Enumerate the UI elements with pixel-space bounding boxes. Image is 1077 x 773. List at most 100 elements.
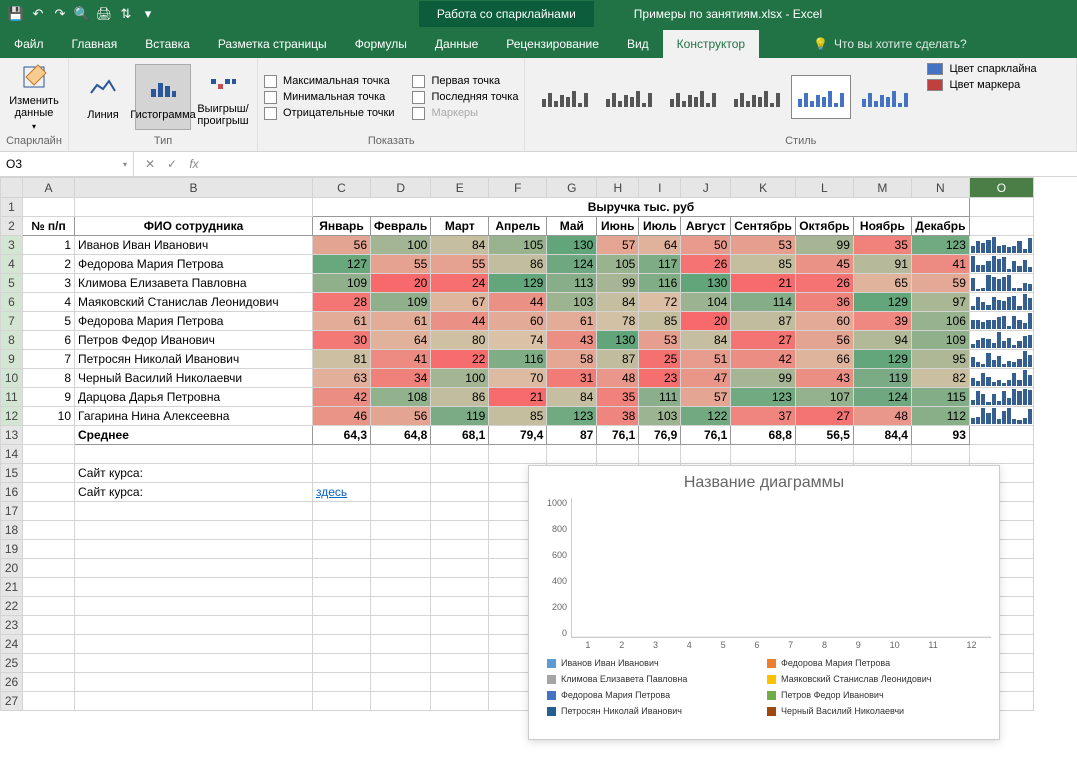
sparkline-cell[interactable] [969,407,1033,426]
col-header[interactable]: N [911,178,969,198]
cell[interactable]: 97 [911,293,969,312]
cell[interactable]: 87 [597,350,639,369]
cell[interactable]: 74 [489,331,547,350]
cell[interactable]: 27 [795,407,853,426]
fx-icon[interactable]: fx [184,157,204,171]
cell[interactable]: 45 [795,255,853,274]
col-header[interactable]: K [731,178,796,198]
cell[interactable]: 59 [911,274,969,293]
tab-home[interactable]: Главная [58,30,132,58]
cell[interactable]: 103 [639,407,681,426]
cell[interactable]: 99 [795,236,853,255]
tab-insert[interactable]: Вставка [131,30,204,58]
cell[interactable]: 56 [795,331,853,350]
cell[interactable]: 129 [489,274,547,293]
cell[interactable]: 26 [681,255,731,274]
cell[interactable]: Черный Василий Николаевчи [75,369,313,388]
cell[interactable]: 85 [639,312,681,331]
cell[interactable]: 99 [731,369,796,388]
sparkline-cell[interactable] [969,350,1033,369]
cell[interactable]: 41 [371,350,431,369]
cell[interactable]: 64 [371,331,431,350]
cell[interactable]: 108 [371,388,431,407]
cell[interactable]: 26 [795,274,853,293]
quick-print-icon[interactable]: 🖨 [94,4,114,24]
cell[interactable]: 109 [911,331,969,350]
tab-layout[interactable]: Разметка страницы [204,30,341,58]
cell[interactable]: 87 [731,312,796,331]
cell[interactable]: 42 [731,350,796,369]
cell[interactable]: 21 [731,274,796,293]
cell[interactable]: 80 [431,331,489,350]
cell[interactable]: 91 [853,255,911,274]
cell[interactable]: 46 [313,407,371,426]
cell[interactable]: 123 [547,407,597,426]
cell[interactable]: 63 [313,369,371,388]
cell[interactable]: 67 [431,293,489,312]
col-header[interactable]: M [853,178,911,198]
cell[interactable]: 111 [639,388,681,407]
formula-input[interactable] [210,152,1077,176]
save-icon[interactable]: 💾 [6,4,26,24]
cell[interactable]: 105 [489,236,547,255]
embedded-chart[interactable]: Название диаграммы 10008006004002000 123… [528,465,1000,740]
cell[interactable]: 124 [547,255,597,274]
style-option[interactable] [791,75,851,119]
sheet-area[interactable]: ABCDEFGHIJKLMNO1Выручка тыс. руб2№ п/пФИ… [0,177,1077,773]
line-type-button[interactable]: Линия [75,64,131,130]
cell[interactable]: 85 [731,255,796,274]
tab-design[interactable]: Конструктор [663,30,759,58]
cell[interactable]: 53 [731,236,796,255]
cell[interactable]: 86 [489,255,547,274]
row-header[interactable]: 7 [1,312,23,331]
print-preview-icon[interactable]: 🔍 [72,4,92,24]
cell[interactable]: 50 [681,236,731,255]
cell[interactable]: Федорова Мария Петрова [75,312,313,331]
row-header[interactable]: 9 [1,350,23,369]
tab-data[interactable]: Данные [421,30,492,58]
sparkline-cell[interactable] [969,369,1033,388]
cell[interactable]: 116 [489,350,547,369]
cell[interactable]: 44 [431,312,489,331]
row-header[interactable]: 4 [1,255,23,274]
cell[interactable]: Иванов Иван Иванович [75,236,313,255]
cell[interactable]: 30 [313,331,371,350]
cell[interactable]: 55 [431,255,489,274]
cell[interactable]: 85 [489,407,547,426]
cell[interactable]: 35 [853,236,911,255]
cell[interactable]: 81 [313,350,371,369]
cell[interactable]: 48 [597,369,639,388]
cell[interactable]: 130 [681,274,731,293]
cell[interactable]: 51 [681,350,731,369]
cell[interactable]: 60 [489,312,547,331]
cell[interactable]: 25 [639,350,681,369]
row-header[interactable]: 10 [1,369,23,388]
cell[interactable]: 42 [313,388,371,407]
cancel-icon[interactable]: ✕ [140,157,160,171]
cell[interactable]: Гагарина Нина Алексеевна [75,407,313,426]
qat-dropdown-icon[interactable]: ▾ [138,4,158,24]
cell[interactable]: 20 [371,274,431,293]
tab-formulas[interactable]: Формулы [341,30,421,58]
cell[interactable]: 44 [489,293,547,312]
cell[interactable]: 61 [313,312,371,331]
row-header[interactable]: 1 [1,198,23,217]
cell[interactable]: Дарцова Дарья Петровна [75,388,313,407]
redo-icon[interactable]: ↷ [50,4,70,24]
check-markers[interactable]: Маркеры [412,107,518,120]
cell[interactable]: 84 [681,331,731,350]
sparkline-cell[interactable] [969,293,1033,312]
cell[interactable]: 124 [853,388,911,407]
sort-icon[interactable]: ⇅ [116,4,136,24]
row-header[interactable]: 3 [1,236,23,255]
cell[interactable]: 112 [911,407,969,426]
style-option[interactable] [663,75,723,119]
style-option[interactable] [535,75,595,119]
cell[interactable]: Маяковский Станислав Леонидович [75,293,313,312]
cell[interactable]: 57 [597,236,639,255]
cell[interactable]: 70 [489,369,547,388]
cell[interactable]: 129 [853,350,911,369]
sparkline-cell[interactable] [969,255,1033,274]
cell[interactable]: 41 [911,255,969,274]
cell[interactable]: 36 [795,293,853,312]
